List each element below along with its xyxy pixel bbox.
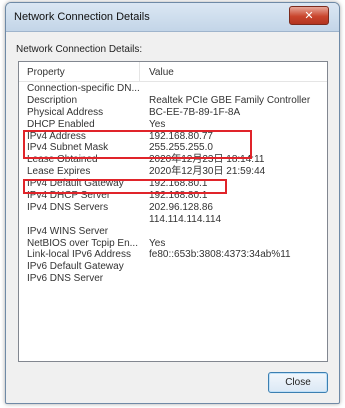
row-value: 202.96.128.86 [149, 201, 213, 213]
row-property: IPv4 WINS Server [27, 225, 109, 237]
window-title: Network Connection Details [14, 11, 150, 23]
row-value: 114.114.114.114 [149, 213, 222, 225]
window-close-button[interactable]: ✕ [289, 6, 329, 25]
row-property: IPv6 Default Gateway [27, 261, 124, 273]
row-property: IPv6 DNS Server [27, 273, 104, 285]
section-label: Network Connection Details: [16, 44, 143, 55]
row-value: fe80::653b:3808:4373:34ab%11 [149, 249, 291, 261]
row-property: Connection-specific DN... [27, 83, 140, 94]
list-row[interactable]: Lease Expires 2020年12月30日 21:59:44 [19, 166, 327, 178]
list-row[interactable]: DHCP Enabled Yes [19, 119, 327, 131]
row-value: Yes [149, 118, 166, 130]
row-property: Link-local IPv6 Address [27, 249, 131, 261]
row-property: Lease Expires [27, 166, 91, 178]
highlight-box-ipv4-address [23, 130, 252, 159]
row-value: Realtek PCIe GBE Family Controller [149, 94, 311, 106]
details-list[interactable]: Property Value Connection-specific DN...… [18, 61, 328, 362]
list-header: Property Value [19, 62, 327, 82]
row-property: Description [27, 94, 78, 106]
list-row[interactable]: IPv4 WINS Server [19, 226, 327, 238]
list-row[interactable]: Link-local IPv6 Address fe80::653b:3808:4… [19, 249, 327, 261]
title-bar[interactable]: Network Connection Details ✕ [6, 3, 339, 32]
row-value: Yes [149, 237, 166, 249]
highlight-box-default-gateway [23, 179, 227, 194]
header-property[interactable]: Property [27, 67, 65, 78]
column-divider[interactable] [139, 62, 140, 81]
row-property: DHCP Enabled [27, 118, 95, 130]
list-row[interactable]: NetBIOS over Tcpip En... Yes [19, 238, 327, 250]
list-row[interactable]: IPv4 DNS Servers 202.96.128.86 [19, 202, 327, 214]
network-connection-details-dialog: Network Connection Details ✕ Network Con… [5, 2, 340, 404]
close-icon: ✕ [304, 10, 314, 22]
list-row[interactable]: IPv6 DNS Server [19, 273, 327, 285]
list-row[interactable]: IPv6 Default Gateway [19, 261, 327, 273]
close-button[interactable]: Close [268, 372, 328, 393]
header-value[interactable]: Value [149, 67, 174, 78]
list-row[interactable]: Description Realtek PCIe GBE Family Contr… [19, 95, 327, 107]
list-row[interactable]: 114.114.114.114 [19, 214, 327, 226]
row-value: 2020年12月30日 21:59:44 [149, 166, 266, 178]
row-value: BC-EE-7B-89-1F-8A [149, 106, 241, 118]
list-row[interactable]: Connection-specific DN... [19, 83, 327, 95]
row-property: IPv4 DNS Servers [27, 201, 109, 213]
row-property: NetBIOS over Tcpip En... [27, 237, 138, 249]
list-row[interactable]: Physical Address BC-EE-7B-89-1F-8A [19, 107, 327, 119]
row-property: Physical Address [27, 106, 104, 118]
